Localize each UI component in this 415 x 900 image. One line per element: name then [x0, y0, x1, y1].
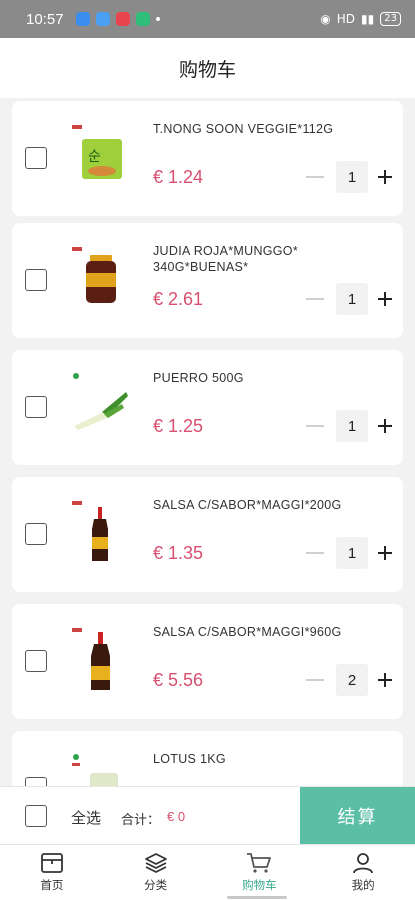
page-title: 购物车	[178, 58, 236, 81]
checkout-button[interactable]: 结算	[300, 787, 415, 845]
tab-label: 我的	[351, 878, 375, 892]
decrease-button[interactable]	[306, 679, 324, 681]
increase-button[interactable]	[378, 673, 392, 687]
video-app-icon	[115, 12, 130, 26]
increase-button[interactable]	[378, 170, 392, 184]
user-icon	[353, 853, 374, 874]
signal-icon: ▮▮	[361, 12, 375, 26]
quantity-stepper: 1	[306, 283, 392, 315]
item-checkbox[interactable]	[25, 396, 47, 418]
product-price: € 1.24	[153, 167, 204, 187]
quantity-value[interactable]: 2	[336, 664, 368, 696]
status-time: 10:57	[26, 10, 64, 28]
status-left: 10:57	[26, 11, 160, 28]
item-checkbox[interactable]	[25, 777, 47, 786]
product-price: € 1.25	[153, 416, 204, 436]
layers-icon	[144, 853, 167, 873]
quantity-stepper: 1	[306, 161, 392, 193]
cart-icon	[247, 853, 272, 873]
item-checkbox[interactable]	[25, 650, 47, 672]
tab-label: 首页	[40, 878, 64, 892]
status-right: ◉ HD ▮▮ 23	[320, 12, 401, 26]
cart-item[interactable]: JUDIA ROJA*MUNGGO* 340G*BUENAS* € 2.61 1	[12, 223, 403, 338]
cart-item[interactable]: SALSA C/SABOR*MAGGI*200G € 1.35 1	[12, 477, 403, 592]
quantity-value[interactable]: 1	[336, 537, 368, 569]
product-name[interactable]: JUDIA ROJA*MUNGGO* 340G*BUENAS*	[153, 243, 353, 275]
product-name[interactable]: LOTUS 1KG	[153, 751, 353, 767]
product-name[interactable]: PUERRO 500G	[153, 370, 353, 386]
item-checkbox[interactable]	[25, 269, 47, 291]
quantity-stepper: 1	[306, 410, 392, 442]
cart-list[interactable]: 순 T.NONG SOON VEGGIE*112G € 1.24 1 JUDIA…	[0, 96, 415, 786]
product-name[interactable]: SALSA C/SABOR*MAGGI*960G	[153, 624, 353, 640]
product-price: € 1.35	[153, 543, 204, 563]
select-all-label[interactable]: 全选	[71, 807, 101, 828]
browser-app-icon	[95, 12, 110, 26]
quantity-value[interactable]: 1	[336, 283, 368, 315]
status-bar: 10:57 ◉ HD ▮▮ 23	[0, 0, 415, 38]
cart-item[interactable]: SALSA C/SABOR*MAGGI*960G € 5.56 2	[12, 604, 403, 719]
product-name[interactable]: SALSA C/SABOR*MAGGI*200G	[153, 497, 353, 513]
product-image[interactable]	[68, 751, 132, 786]
decrease-button[interactable]	[306, 425, 324, 427]
product-image[interactable]	[68, 370, 132, 440]
quantity-value[interactable]: 1	[336, 410, 368, 442]
product-image[interactable]	[68, 243, 132, 313]
quantity-stepper: 2	[306, 664, 392, 696]
checkout-bar: 全选 合计： € 0 结算	[0, 786, 415, 845]
quantity-value[interactable]: 1	[336, 161, 368, 193]
network-label: HD	[336, 12, 356, 26]
tab-label: 分类	[144, 878, 168, 892]
cart-item[interactable]: LOTUS 1KG	[12, 731, 403, 786]
increase-button[interactable]	[378, 546, 392, 560]
increase-button[interactable]	[378, 292, 392, 306]
total-label: 合计：	[121, 813, 161, 828]
product-name[interactable]: T.NONG SOON VEGGIE*112G	[153, 121, 353, 137]
total-value: € 0	[167, 809, 186, 824]
decrease-button[interactable]	[306, 552, 324, 554]
tab-cart[interactable]: 购物车	[208, 845, 312, 900]
product-price: € 5.56	[153, 670, 204, 690]
increase-button[interactable]	[378, 419, 392, 433]
home-indicator	[227, 896, 287, 899]
product-image[interactable]	[68, 497, 132, 567]
battery-icon: 23	[380, 12, 401, 26]
tab-profile[interactable]: 我的	[311, 845, 415, 900]
product-price: € 2.61	[153, 289, 204, 309]
product-image[interactable]	[68, 624, 132, 694]
cart-item[interactable]: 순 T.NONG SOON VEGGIE*112G € 1.24 1	[12, 101, 403, 216]
product-image[interactable]: 순	[68, 121, 132, 191]
tab-home[interactable]: 首页	[0, 845, 104, 900]
quantity-stepper: 1	[306, 537, 392, 569]
tab-label: 购物车	[242, 878, 277, 892]
svg-text:순: 순	[88, 149, 101, 165]
shop-app-icon	[135, 12, 150, 26]
select-all-checkbox[interactable]	[25, 805, 47, 827]
page-header: 购物车	[0, 38, 415, 98]
decrease-button[interactable]	[306, 176, 324, 178]
bottom-tab-bar: 首页 分类 购物车 我的	[0, 844, 415, 900]
item-checkbox[interactable]	[25, 147, 47, 169]
decrease-button[interactable]	[306, 298, 324, 300]
eye-icon: ◉	[320, 12, 331, 26]
cart-item[interactable]: PUERRO 500G € 1.25 1	[12, 350, 403, 465]
store-icon	[40, 853, 63, 873]
more-notifications-icon	[155, 17, 160, 21]
tab-category[interactable]: 分类	[104, 845, 208, 900]
message-app-icon	[75, 12, 90, 26]
item-checkbox[interactable]	[25, 523, 47, 545]
